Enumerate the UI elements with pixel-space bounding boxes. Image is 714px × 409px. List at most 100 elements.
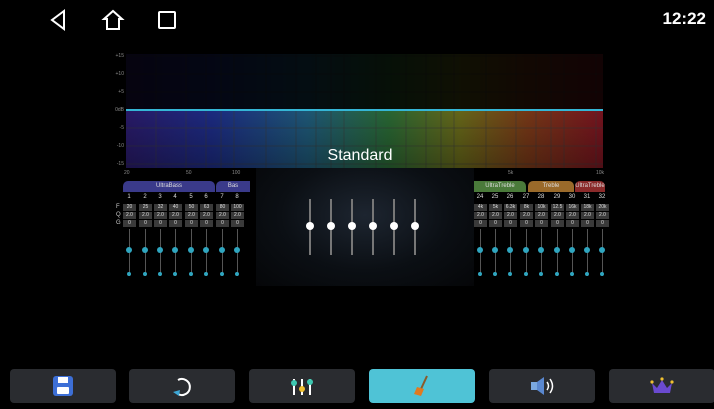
band-slider-knob[interactable]	[492, 247, 498, 253]
band-gain[interactable]: 0	[154, 220, 167, 227]
band-q[interactable]: 2.0	[231, 212, 244, 219]
back-icon[interactable]	[47, 8, 71, 32]
band-slider-handle[interactable]	[204, 272, 208, 276]
band-slider-handle[interactable]	[235, 272, 239, 276]
slider-knob[interactable]	[306, 222, 314, 230]
band-gain[interactable]: 0	[551, 220, 564, 227]
band-slider-knob[interactable]	[234, 247, 240, 253]
equalizer-button[interactable]	[249, 369, 355, 403]
volume-button[interactable]	[489, 369, 595, 403]
band-q[interactable]: 2.0	[216, 212, 229, 219]
slider-knob[interactable]	[369, 222, 377, 230]
band-slider-knob[interactable]	[538, 247, 544, 253]
save-button[interactable]	[10, 369, 116, 403]
band-frequency[interactable]: 12.5	[551, 204, 564, 211]
band-gain[interactable]: 0	[123, 220, 136, 227]
band-slider-knob[interactable]	[477, 247, 483, 253]
band-slider-handle[interactable]	[127, 272, 131, 276]
band-gain[interactable]: 0	[489, 220, 502, 227]
band-frequency[interactable]: 100	[231, 204, 244, 211]
band-frequency[interactable]: 4k	[474, 204, 487, 211]
band-gain[interactable]: 0	[139, 220, 152, 227]
recent-apps-icon[interactable]	[155, 8, 179, 32]
band-q[interactable]: 2.0	[123, 212, 136, 219]
band-slider-knob[interactable]	[219, 247, 225, 253]
band-frequency[interactable]: 40	[169, 204, 182, 211]
band-slider-handle[interactable]	[158, 272, 162, 276]
band-gain[interactable]: 0	[535, 220, 548, 227]
band-gain[interactable]: 0	[216, 220, 229, 227]
band-slider-knob[interactable]	[126, 247, 132, 253]
home-icon[interactable]	[101, 8, 125, 32]
band-gain[interactable]: 0	[504, 220, 517, 227]
band-slider-handle[interactable]	[524, 272, 528, 276]
band-frequency[interactable]: 80	[216, 204, 229, 211]
band-gain[interactable]: 0	[520, 220, 533, 227]
band-slider-handle[interactable]	[600, 272, 604, 276]
band-slider-knob[interactable]	[554, 247, 560, 253]
band-slider-knob[interactable]	[142, 247, 148, 253]
band-slider-knob[interactable]	[523, 247, 529, 253]
band-frequency[interactable]: 8k	[520, 204, 533, 211]
band-frequency[interactable]: 25	[139, 204, 152, 211]
sweep-button[interactable]	[369, 369, 475, 403]
slider-knob[interactable]	[348, 222, 356, 230]
band-gain[interactable]: 0	[169, 220, 182, 227]
band-frequency[interactable]: 10k	[535, 204, 548, 211]
band-slider-handle[interactable]	[570, 272, 574, 276]
band-q[interactable]: 2.0	[551, 212, 564, 219]
band-gain[interactable]: 0	[231, 220, 244, 227]
band-slider-handle[interactable]	[220, 272, 224, 276]
band-q[interactable]: 2.0	[169, 212, 182, 219]
band-q[interactable]: 2.0	[566, 212, 579, 219]
band-frequency[interactable]: 32	[154, 204, 167, 211]
band-gain[interactable]: 0	[596, 220, 609, 227]
band-gain[interactable]: 0	[566, 220, 579, 227]
band-slider-handle[interactable]	[189, 272, 193, 276]
band-frequency[interactable]: 20k	[596, 204, 609, 211]
slider-knob[interactable]	[390, 222, 398, 230]
band-frequency[interactable]: 50	[185, 204, 198, 211]
band-q[interactable]: 2.0	[474, 212, 487, 219]
band-frequency[interactable]: 20	[123, 204, 136, 211]
band-slider-knob[interactable]	[507, 247, 513, 253]
band-q[interactable]: 2.0	[489, 212, 502, 219]
band-frequency[interactable]: 18k	[581, 204, 594, 211]
band-slider-knob[interactable]	[157, 247, 163, 253]
band-slider-knob[interactable]	[599, 247, 605, 253]
slider-knob[interactable]	[411, 222, 419, 230]
band-slider-knob[interactable]	[569, 247, 575, 253]
band-slider-handle[interactable]	[539, 272, 543, 276]
preset-name[interactable]: Standard	[300, 147, 420, 165]
band-q[interactable]: 2.0	[154, 212, 167, 219]
slider-knob[interactable]	[327, 222, 335, 230]
band-q[interactable]: 2.0	[139, 212, 152, 219]
band-q[interactable]: 2.0	[535, 212, 548, 219]
band-slider-handle[interactable]	[143, 272, 147, 276]
band-slider-knob[interactable]	[584, 247, 590, 253]
band-frequency[interactable]: 63	[200, 204, 213, 211]
band-frequency[interactable]: 5k	[489, 204, 502, 211]
band-q[interactable]: 2.0	[200, 212, 213, 219]
band-slider-handle[interactable]	[173, 272, 177, 276]
band-slider-handle[interactable]	[508, 272, 512, 276]
band-slider-handle[interactable]	[585, 272, 589, 276]
premium-button[interactable]	[609, 369, 714, 403]
band-q[interactable]: 2.0	[185, 212, 198, 219]
band-slider-knob[interactable]	[172, 247, 178, 253]
band-slider-knob[interactable]	[188, 247, 194, 253]
band-q[interactable]: 2.0	[520, 212, 533, 219]
band-slider-handle[interactable]	[493, 272, 497, 276]
band-gain[interactable]: 0	[581, 220, 594, 227]
reset-button[interactable]	[129, 369, 235, 403]
band-frequency[interactable]: 16k	[566, 204, 579, 211]
band-q[interactable]: 2.0	[581, 212, 594, 219]
band-q[interactable]: 2.0	[596, 212, 609, 219]
band-slider-handle[interactable]	[478, 272, 482, 276]
band-q[interactable]: 2.0	[504, 212, 517, 219]
band-gain[interactable]: 0	[200, 220, 213, 227]
band-slider-knob[interactable]	[203, 247, 209, 253]
band-gain[interactable]: 0	[185, 220, 198, 227]
band-frequency[interactable]: 6.3k	[504, 204, 517, 211]
band-slider-handle[interactable]	[555, 272, 559, 276]
